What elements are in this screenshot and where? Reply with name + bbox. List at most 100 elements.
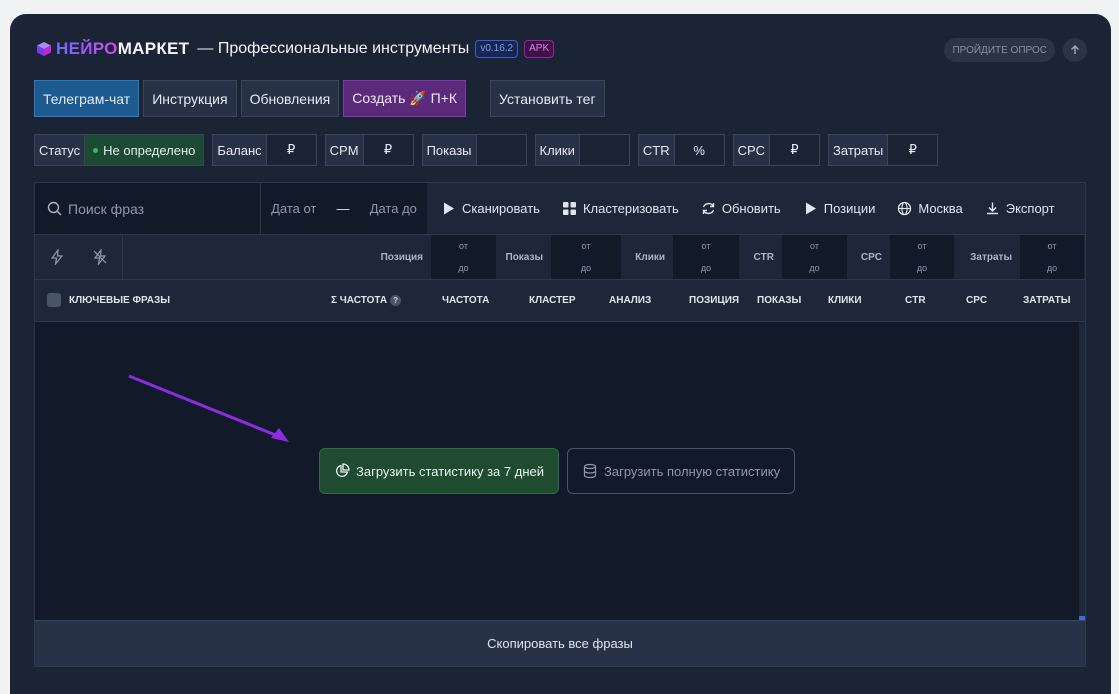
ctr-metric: CTR % — [637, 134, 725, 166]
cluster-label: Кластеризовать — [582, 201, 679, 216]
updates-button[interactable]: Обновления — [240, 80, 340, 117]
filter-from[interactable]: от — [702, 241, 711, 251]
scan-label: Сканировать — [462, 201, 540, 216]
scan-button[interactable]: Сканировать — [441, 201, 540, 216]
filter-cpc-range[interactable]: от до — [890, 235, 954, 279]
filter-position-range[interactable]: от до — [431, 235, 496, 279]
select-all-checkbox[interactable] — [47, 293, 61, 307]
date-from-input[interactable]: Дата от — [271, 201, 316, 216]
instruction-button[interactable]: Инструкция — [143, 80, 237, 117]
ctr-label: CTR — [642, 142, 670, 158]
filter-from[interactable]: от — [459, 241, 468, 251]
header-phrases[interactable]: КЛЮЧЕВЫЕ ФРАЗЫ — [69, 295, 170, 306]
help-icon[interactable]: ? — [390, 295, 402, 306]
filter-ctr-range[interactable]: от до — [782, 235, 847, 279]
filter-shows-range[interactable]: от до — [551, 235, 621, 279]
download-icon — [986, 202, 998, 215]
logo-text-part1: НЕЙРО — [56, 39, 118, 58]
shows-metric: Показы — [421, 134, 527, 166]
cpc-value: ₽ — [769, 135, 820, 165]
panel-toolbar: Поиск фраз Дата от — Дата до Сканировать… — [35, 183, 1085, 235]
header-sum-freq-label: Σ ЧАСТОТА — [331, 295, 388, 306]
costs-value: ₽ — [887, 135, 938, 165]
filter-clicks-range[interactable]: от до — [673, 235, 739, 279]
set-tag-button[interactable]: Установить тег — [490, 80, 605, 117]
filter-to[interactable]: до — [917, 263, 927, 273]
cluster-button[interactable]: Кластеризовать — [562, 201, 679, 216]
filter-to[interactable]: до — [809, 263, 819, 273]
header-clicks[interactable]: КЛИКИ — [828, 295, 862, 306]
header-costs[interactable]: ЗАТРАТЫ — [1023, 295, 1071, 306]
arrow-up-icon — [1070, 44, 1080, 54]
shows-value — [475, 135, 526, 165]
search-input[interactable]: Поиск фраз — [35, 183, 261, 234]
load-7-days-button[interactable]: Загрузить статистику за 7 дней — [319, 448, 559, 494]
logo: НЕЙРО МАРКЕТ — [36, 39, 189, 59]
header-shows[interactable]: ПОКАЗЫ — [757, 295, 801, 306]
telegram-chat-button[interactable]: Телеграм-чат — [34, 80, 140, 117]
header-freq[interactable]: ЧАСТОТА — [442, 295, 489, 306]
region-label: Москва — [918, 201, 963, 216]
clicks-value — [578, 135, 629, 165]
create-button[interactable]: Создать 🚀 П+К — [343, 80, 467, 117]
pointer-arrow-icon — [128, 374, 289, 442]
filter-from[interactable]: от — [582, 241, 591, 251]
filter-to[interactable]: до — [581, 263, 591, 273]
survey-button[interactable]: ПРОЙДИТЕ ОПРОС — [944, 38, 1055, 62]
header-ctr[interactable]: CTR — [905, 295, 926, 306]
copy-all-phrases-button[interactable]: Скопировать все фразы — [35, 620, 1085, 666]
status-label: Статус — [39, 142, 81, 158]
export-label: Экспорт — [1005, 201, 1055, 216]
filter-ctr-label: CTR — [739, 235, 782, 279]
grid-icon — [562, 202, 576, 215]
filter-costs-range[interactable]: от до — [1020, 235, 1084, 279]
balance-value: ₽ — [265, 135, 316, 165]
header-cpc[interactable]: CPC — [966, 295, 987, 306]
table-header: КЛЮЧЕВЫЕ ФРАЗЫ Σ ЧАСТОТА? ЧАСТОТА КЛАСТЕ… — [35, 280, 1085, 322]
globe-icon — [898, 201, 912, 216]
load-full-stats-button[interactable]: Загрузить полную статистику — [567, 448, 796, 494]
filter-cells: Позиция от до Показы от до Клики от до CTR … — [34, 235, 1084, 279]
top-nav: Телеграм-чат Инструкция Обновления Созда… — [34, 80, 605, 117]
toolbar-actions: Сканировать Кластеризовать Обновить Пози… — [427, 183, 1055, 234]
vertical-scrollbar[interactable] — [1079, 322, 1085, 621]
filter-to[interactable]: до — [701, 263, 711, 273]
header-sum-freq[interactable]: Σ ЧАСТОТА? — [331, 295, 402, 306]
clicks-label: Клики — [539, 142, 575, 158]
status-metric: Статус Не определено — [34, 134, 205, 166]
play-icon — [444, 202, 454, 215]
filter-cpc-label: CPC — [847, 235, 890, 279]
filter-from[interactable]: от — [1048, 241, 1057, 251]
header-analysis[interactable]: АНАЛИЗ — [609, 295, 651, 306]
filter-shows-label: Показы — [496, 235, 551, 279]
date-dash: — — [336, 201, 350, 216]
filter-clicks-label: Клики — [621, 235, 673, 279]
filter-from[interactable]: от — [810, 241, 819, 251]
shows-label: Показы — [426, 142, 472, 158]
filter-to[interactable]: до — [458, 263, 468, 273]
header-position[interactable]: ПОЗИЦИЯ — [689, 295, 739, 306]
filter-to[interactable]: до — [1047, 263, 1057, 273]
cpc-metric: CPC ₽ — [732, 134, 821, 166]
status-value-box: Не определено — [84, 135, 204, 165]
export-button[interactable]: Экспорт — [985, 201, 1055, 216]
apk-badge[interactable]: APK — [524, 40, 555, 58]
refresh-button[interactable]: Обновить — [701, 201, 781, 216]
search-placeholder: Поиск фраз — [68, 200, 145, 217]
header-cluster[interactable]: КЛАСТЕР — [529, 295, 576, 306]
status-value: Не определено — [103, 142, 196, 158]
load-full-stats-label: Загрузить полную статистику — [604, 463, 781, 479]
filter-position-label: Позиция — [341, 235, 431, 279]
status-dot-icon — [93, 147, 99, 153]
date-to-input[interactable]: Дата до — [370, 201, 417, 216]
scroll-up-button[interactable] — [1063, 38, 1087, 62]
logo-text-part2: МАРКЕТ — [117, 39, 190, 58]
positions-button[interactable]: Позиции — [803, 201, 875, 216]
metrics-row: Статус Не определено Баланс ₽ CPM ₽ Пока… — [34, 134, 939, 166]
filter-from[interactable]: от — [918, 241, 927, 251]
play-icon — [805, 202, 816, 215]
load-7-days-label: Загрузить статистику за 7 дней — [356, 463, 544, 479]
balance-label: Баланс — [217, 142, 262, 158]
app-subtitle: — Профессиональные инструменты — [197, 40, 470, 57]
region-button[interactable]: Москва — [897, 201, 963, 216]
